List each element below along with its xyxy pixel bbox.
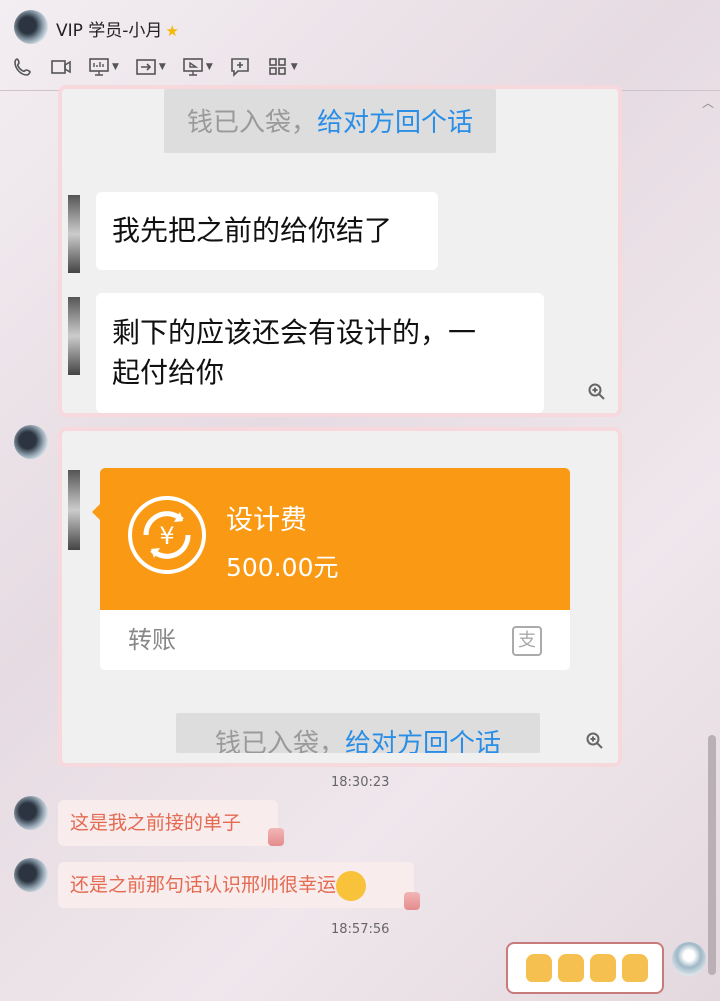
- message-text-line2: 起付给你: [112, 356, 225, 389]
- contact-avatar[interactable]: [14, 796, 48, 830]
- collapse-icon[interactable]: ︿: [702, 94, 714, 111]
- phone-icon[interactable]: [12, 56, 34, 78]
- thumbs-up-icon: [590, 954, 616, 982]
- contact-avatar[interactable]: [14, 858, 48, 892]
- ack-text: 钱已入袋，: [186, 108, 317, 138]
- blush-emoji-icon: [336, 870, 367, 901]
- transfer-card[interactable]: ¥ 设计费 500.00元 转账 支: [100, 468, 570, 670]
- chat-header: VIP 学员-小月 ★ ▼ ▼ ▼ ▼: [0, 0, 720, 90]
- thumbs-up-icon: [526, 954, 552, 982]
- remote-desktop-icon[interactable]: ▼: [182, 56, 213, 78]
- screen-share-icon[interactable]: ▼: [88, 56, 119, 78]
- message-text: 我先把之前的给你结了: [112, 214, 393, 247]
- video-icon[interactable]: [50, 56, 72, 78]
- message-bubble[interactable]: 还是之前那句话认识邢帅很幸运: [58, 862, 414, 908]
- alipay-icon: 支: [512, 626, 542, 656]
- self-avatar[interactable]: [672, 942, 706, 976]
- svg-text:¥: ¥: [159, 522, 174, 550]
- transfer-label: 转账: [128, 626, 176, 654]
- chevron-down-icon[interactable]: ▼: [112, 62, 119, 72]
- zoom-icon[interactable]: [586, 732, 604, 750]
- chevron-down-icon[interactable]: ▼: [159, 62, 166, 72]
- bubble-decoration-icon: [404, 892, 420, 910]
- apps-icon[interactable]: ▼: [267, 56, 298, 78]
- transfer-icon: ¥: [128, 496, 206, 574]
- sender-avatar-clip: [68, 470, 80, 550]
- sticker-message[interactable]: [506, 942, 664, 994]
- contact-title: VIP 学员-小月 ★: [56, 16, 179, 41]
- transfer-file-icon[interactable]: ▼: [135, 56, 166, 78]
- message-text: 还是之前那句话认识邢帅很幸运: [70, 874, 337, 896]
- transfer-title: 设计费: [226, 505, 307, 536]
- contact-name: VIP 学员-小月: [56, 21, 163, 41]
- ack-banner: 钱已入袋，给对方回个话: [164, 89, 496, 153]
- zoom-icon[interactable]: [588, 383, 606, 401]
- message-text: 这是我之前接的单子: [70, 812, 242, 834]
- reply-link[interactable]: 给对方回个话: [345, 729, 501, 753]
- toolbar: ▼ ▼ ▼ ▼: [12, 56, 314, 78]
- message-bubble[interactable]: 我先把之前的给你结了: [96, 192, 438, 270]
- comment-icon[interactable]: [229, 56, 251, 78]
- thumbs-up-icon: [558, 954, 584, 982]
- contact-avatar[interactable]: [14, 10, 48, 44]
- vip-star-icon: ★: [165, 22, 179, 40]
- thumbs-up-icon: [622, 954, 648, 982]
- bubble-decoration-icon: [268, 828, 284, 846]
- transfer-amount: 500.00元: [226, 553, 339, 582]
- timestamp: 18:30:23: [331, 775, 390, 790]
- ack-banner: 钱已入袋，给对方回个话: [176, 713, 540, 753]
- message-text-line1: 剩下的应该还会有设计的，一: [112, 316, 477, 349]
- chevron-down-icon[interactable]: ▼: [291, 62, 298, 72]
- contact-avatar[interactable]: [14, 425, 48, 459]
- sender-avatar-clip: [68, 195, 80, 273]
- sender-avatar-clip: [68, 297, 80, 375]
- message-bubble[interactable]: 剩下的应该还会有设计的，一 起付给你: [96, 293, 544, 413]
- reply-link[interactable]: 给对方回个话: [317, 108, 473, 138]
- scrollbar-thumb[interactable]: [708, 735, 716, 975]
- ack-text: 钱已入袋，: [214, 729, 345, 753]
- forwarded-chat-panel[interactable]: 钱已入袋，给对方回个话 我先把之前的给你结了 剩下的应该还会有设计的，一 起付给…: [58, 85, 622, 417]
- timestamp: 18:57:56: [331, 922, 390, 937]
- chevron-down-icon[interactable]: ▼: [206, 62, 213, 72]
- message-bubble[interactable]: 这是我之前接的单子: [58, 800, 278, 846]
